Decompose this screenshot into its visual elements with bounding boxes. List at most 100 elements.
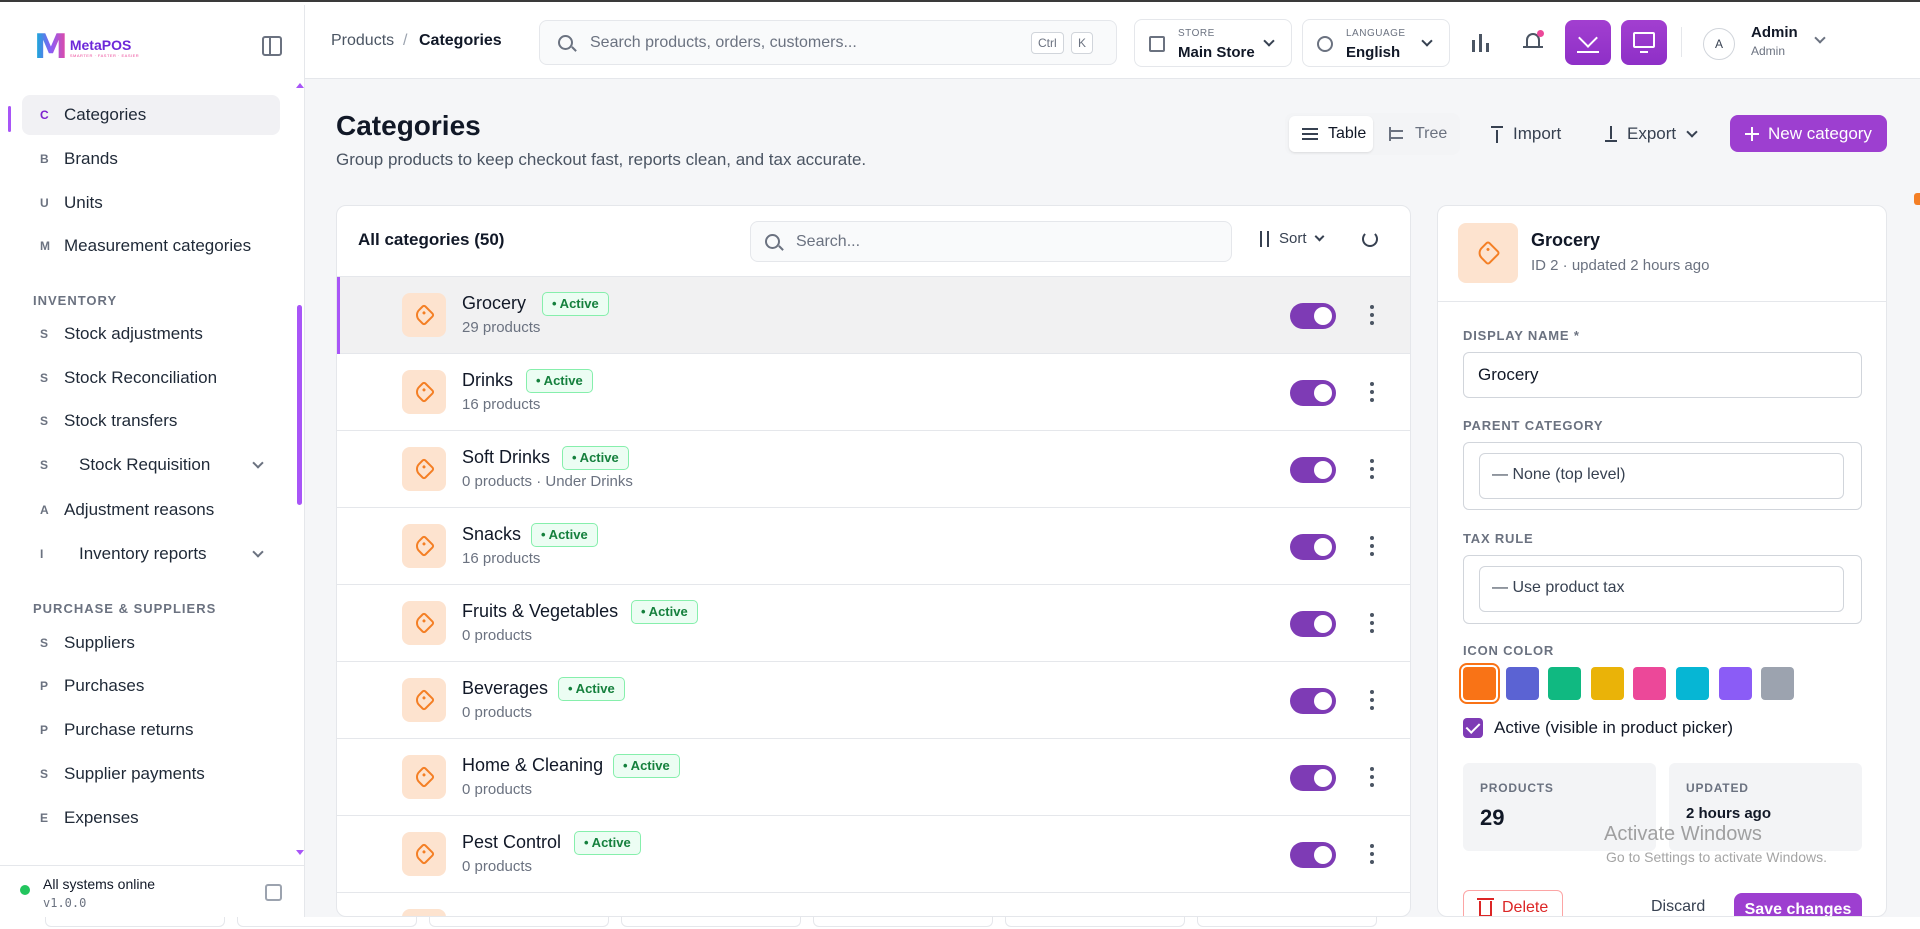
more-vertical-icon[interactable] — [1370, 382, 1374, 402]
color-swatch[interactable] — [1761, 667, 1795, 700]
sidebar-scrollbar[interactable] — [297, 305, 302, 505]
more-vertical-icon[interactable] — [1370, 536, 1374, 556]
new-category-button[interactable]: New category — [1730, 115, 1887, 152]
active-toggle[interactable] — [1290, 457, 1336, 483]
delete-button[interactable]: Delete — [1463, 890, 1563, 916]
sidebar-item-units[interactable]: U Units — [22, 183, 280, 223]
scroll-up-arrow[interactable] — [296, 83, 304, 88]
active-toggle[interactable] — [1290, 303, 1336, 329]
sidebar-item-expenses[interactable]: E Expenses — [22, 798, 280, 838]
active-toggle[interactable] — [1290, 842, 1336, 868]
chevron-down-icon[interactable] — [1814, 32, 1826, 44]
sidebar-collapse-icon[interactable] — [262, 36, 282, 56]
avatar[interactable]: A — [1703, 28, 1735, 60]
category-meta: 16 products — [462, 396, 541, 413]
sidebar-collapse-icon[interactable] — [265, 884, 282, 901]
list-search-input[interactable]: Search... — [750, 221, 1232, 262]
table-row[interactable]: Pest Control • Active 0 products — [337, 816, 1410, 893]
windows-watermark-subtitle: Go to Settings to activate Windows. — [1606, 849, 1827, 865]
sidebar-item-stock-reconciliation[interactable]: S Stock Reconciliation — [22, 358, 280, 398]
tax-rule-select[interactable]: — Use product tax — [1479, 566, 1844, 612]
chevron-down-icon[interactable] — [252, 546, 264, 558]
more-vertical-icon[interactable] — [1370, 767, 1374, 787]
pos-terminal-button[interactable] — [1621, 20, 1667, 65]
more-vertical-icon[interactable] — [1370, 690, 1374, 710]
sidebar-item-inventory-reports[interactable]: I Inventory reports — [22, 534, 280, 574]
export-button[interactable]: Export — [1605, 118, 1698, 150]
bar-chart-icon[interactable] — [1470, 30, 1492, 52]
language-select[interactable]: LANGUAGE English — [1302, 19, 1450, 67]
sidebar-item-supplier-payments[interactable]: S Supplier payments — [22, 754, 280, 794]
color-swatch[interactable] — [1633, 667, 1667, 700]
display-name-field[interactable]: Grocery — [1463, 352, 1862, 398]
chevron-down-icon — [1421, 35, 1433, 47]
stat-updated-value: 2 hours ago — [1686, 805, 1772, 822]
more-vertical-icon[interactable] — [1370, 844, 1374, 864]
bell-icon[interactable] — [1522, 30, 1544, 52]
sidebar-item-stock-transfers[interactable]: S Stock transfers — [22, 401, 280, 441]
view-table-button[interactable]: Table — [1289, 116, 1373, 152]
table-row[interactable]: Fruits & Vegetables • Active 0 products — [337, 585, 1410, 662]
sidebar-item-suppliers[interactable]: S Suppliers — [22, 623, 280, 663]
nav-label: Units — [64, 193, 103, 212]
sidebar-item-adjustment-reasons[interactable]: A Adjustment reasons — [22, 490, 280, 530]
active-toggle[interactable] — [1290, 380, 1336, 406]
active-toggle[interactable] — [1290, 611, 1336, 637]
header-divider — [1681, 27, 1682, 57]
sidebar-item-purchases[interactable]: P Purchases — [22, 666, 280, 706]
chevron-down-icon[interactable] — [252, 457, 264, 469]
color-swatch[interactable] — [1459, 663, 1500, 704]
view-tree-button[interactable]: Tree — [1377, 116, 1457, 152]
parent-category-select[interactable]: — None (top level) — [1479, 453, 1844, 499]
more-vertical-icon[interactable] — [1370, 305, 1374, 325]
shortcut-key-k: K — [1071, 32, 1094, 54]
refresh-icon[interactable] — [1362, 231, 1378, 247]
import-button[interactable]: Import — [1491, 118, 1561, 150]
table-row[interactable]: Beverages • Active 0 products — [337, 662, 1410, 739]
store-select[interactable]: STORE Main Store — [1134, 19, 1292, 67]
app-logo[interactable]: M MetaPOS SMARTER · FASTER · EASIER — [34, 27, 139, 67]
category-name: Grocery — [462, 293, 527, 313]
color-swatch[interactable] — [1676, 667, 1709, 700]
sidebar-item-purchase-returns[interactable]: P Purchase returns — [22, 710, 280, 750]
nav-label: Brands — [64, 149, 118, 168]
sidebar-item-categories[interactable]: C Categories — [22, 95, 280, 135]
table-row[interactable]: Snacks • Active 16 products — [337, 508, 1410, 585]
color-swatch[interactable] — [1590, 667, 1624, 700]
sidebar-item-measurement-categories[interactable]: M Measurement categories — [22, 226, 280, 266]
more-vertical-icon[interactable] — [1370, 459, 1374, 479]
active-checkbox[interactable] — [1463, 718, 1483, 738]
stat-updated-label: UPDATED — [1686, 781, 1749, 795]
active-indicator — [8, 106, 11, 132]
tag-icon — [412, 457, 436, 481]
user-name[interactable]: Admin — [1751, 24, 1798, 41]
download-button[interactable] — [1565, 20, 1611, 65]
table-row-partial[interactable] — [337, 893, 1410, 916]
sort-button[interactable]: Sort — [1257, 230, 1324, 247]
discard-button[interactable]: Discard — [1651, 898, 1705, 916]
active-toggle[interactable] — [1290, 688, 1336, 714]
save-changes-button[interactable]: Save changes — [1734, 893, 1862, 916]
sidebar-item-brands[interactable]: B Brands — [22, 139, 280, 179]
active-toggle[interactable] — [1290, 534, 1336, 560]
table-row[interactable]: Home & Cleaning • Active 0 products — [337, 739, 1410, 816]
global-search-input[interactable]: Search products, orders, customers... Ct… — [539, 20, 1117, 65]
breadcrumb-products[interactable]: Products — [331, 32, 394, 50]
color-swatch[interactable] — [1505, 667, 1539, 700]
table-row[interactable]: Soft Drinks • Active 0 products · Under … — [337, 431, 1410, 508]
more-vertical-icon[interactable] — [1370, 613, 1374, 633]
bottom-strip — [0, 917, 1920, 929]
category-meta: 0 products · Under Drinks — [462, 473, 633, 490]
nav-label: Stock transfers — [64, 411, 178, 430]
active-toggle[interactable] — [1290, 765, 1336, 791]
table-row[interactable]: Drinks • Active 16 products — [337, 354, 1410, 431]
nav-letter: B — [40, 152, 49, 166]
table-row[interactable]: Grocery • Active 29 products — [337, 277, 1410, 354]
color-swatch[interactable] — [1718, 667, 1752, 700]
active-checkbox-label[interactable]: Active (visible in product picker) — [1494, 718, 1733, 738]
sidebar-item-stock-requisition[interactable]: S Stock Requisition — [22, 445, 280, 485]
tag-icon — [412, 688, 436, 712]
scroll-down-arrow[interactable] — [296, 850, 304, 855]
sidebar-item-stock-adjustments[interactable]: S Stock adjustments — [22, 314, 280, 354]
color-swatch[interactable] — [1548, 667, 1582, 700]
